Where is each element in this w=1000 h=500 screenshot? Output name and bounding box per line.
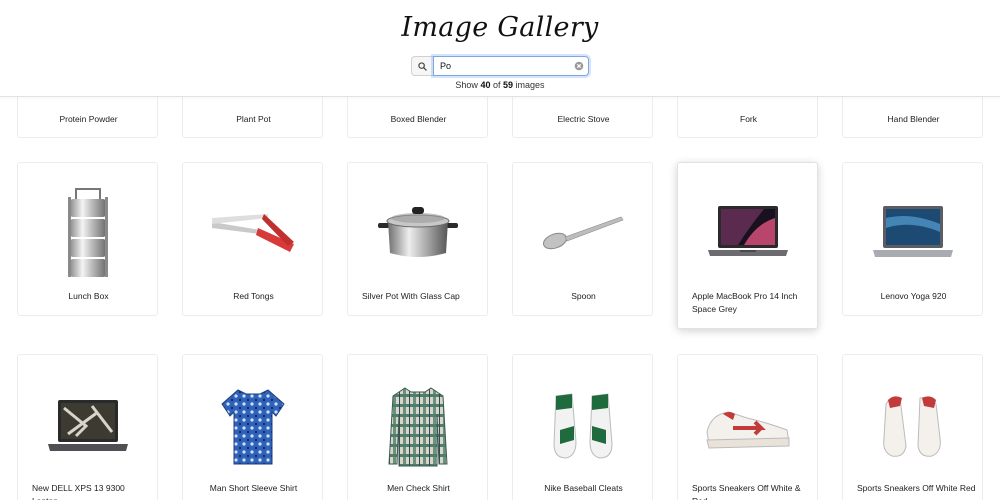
card-label: Silver Pot With Glass Cap (362, 291, 460, 301)
gallery-card[interactable]: Man Short Sleeve Shirt (182, 354, 323, 500)
gallery-app: Protein Powder Plant Pot Boxed Blender Ele… (0, 0, 1000, 500)
check-shirt-image (348, 377, 487, 477)
gallery-card[interactable]: Nike Baseball Cleats (512, 354, 653, 500)
gallery-card[interactable]: Lenovo Yoga 920 (842, 162, 983, 316)
card-label: Man Short Sleeve Shirt (209, 483, 298, 493)
sneakers-off-white-image (678, 377, 817, 477)
card-label: Hand Blender (887, 114, 940, 124)
result-of: of (492, 80, 501, 90)
clear-search-icon[interactable] (574, 61, 584, 71)
card-label: Lunch Box (68, 291, 109, 301)
lunch-box-image (18, 183, 157, 283)
search-icon (418, 62, 427, 71)
result-suffix: images (515, 80, 545, 90)
gallery-card[interactable]: Sports Sneakers Off White & Red (677, 354, 818, 500)
gallery-card[interactable]: Silver Pot With Glass Cap (347, 162, 488, 316)
result-total: 59 (503, 80, 514, 90)
baseball-cleats-image (513, 377, 652, 477)
spoon-image (513, 183, 652, 283)
result-prefix: Show (455, 80, 478, 90)
result-count: Show 40 of 59 images (0, 80, 1000, 90)
card-label: Spoon (571, 291, 596, 301)
dell-xps-image (18, 377, 157, 477)
card-label: Sports Sneakers Off White Red (857, 483, 976, 493)
gallery-card[interactable]: Spoon (512, 162, 653, 316)
card-label: Nike Baseball Cleats (544, 483, 623, 493)
card-label: Red Tongs (233, 291, 274, 301)
card-label: Electric Stove (557, 114, 610, 124)
gallery-card[interactable]: Men Check Shirt (347, 354, 488, 500)
macbook-pro-image (678, 183, 817, 283)
gallery-card[interactable]: New DELL XPS 13 9300 Laptop (17, 354, 158, 500)
card-label: Apple MacBook Pro 14 Inch Space Grey (692, 291, 798, 314)
card-label: Protein Powder (59, 114, 118, 124)
short-sleeve-shirt-image (183, 377, 322, 477)
card-label: Plant Pot (236, 114, 271, 124)
silver-pot-image (348, 183, 487, 283)
search-icon-box (411, 56, 433, 76)
gallery-header: Image Gallery Show 40 of 59 images (0, 0, 1000, 97)
card-label: Sports Sneakers Off White & Red (692, 483, 801, 500)
gallery-card[interactable]: Sports Sneakers Off White Red (842, 354, 983, 500)
sneakers-off-white-red-image (843, 377, 982, 477)
gallery-card[interactable]: Lunch Box (17, 162, 158, 316)
gallery-card[interactable]: Red Tongs (182, 162, 323, 316)
lenovo-yoga-image (843, 183, 982, 283)
card-label: New DELL XPS 13 9300 Laptop (32, 483, 125, 500)
card-label: Boxed Blender (390, 114, 447, 124)
card-label: Fork (740, 114, 757, 124)
gallery-card[interactable]: Apple MacBook Pro 14 Inch Space Grey (677, 162, 818, 329)
page-title: Image Gallery (401, 12, 599, 43)
result-shown: 40 (480, 80, 491, 90)
search-bar (411, 56, 589, 76)
red-tongs-image (183, 183, 322, 283)
card-label: Men Check Shirt (387, 483, 450, 493)
card-label: Lenovo Yoga 920 (880, 291, 947, 301)
search-input[interactable] (433, 56, 589, 76)
